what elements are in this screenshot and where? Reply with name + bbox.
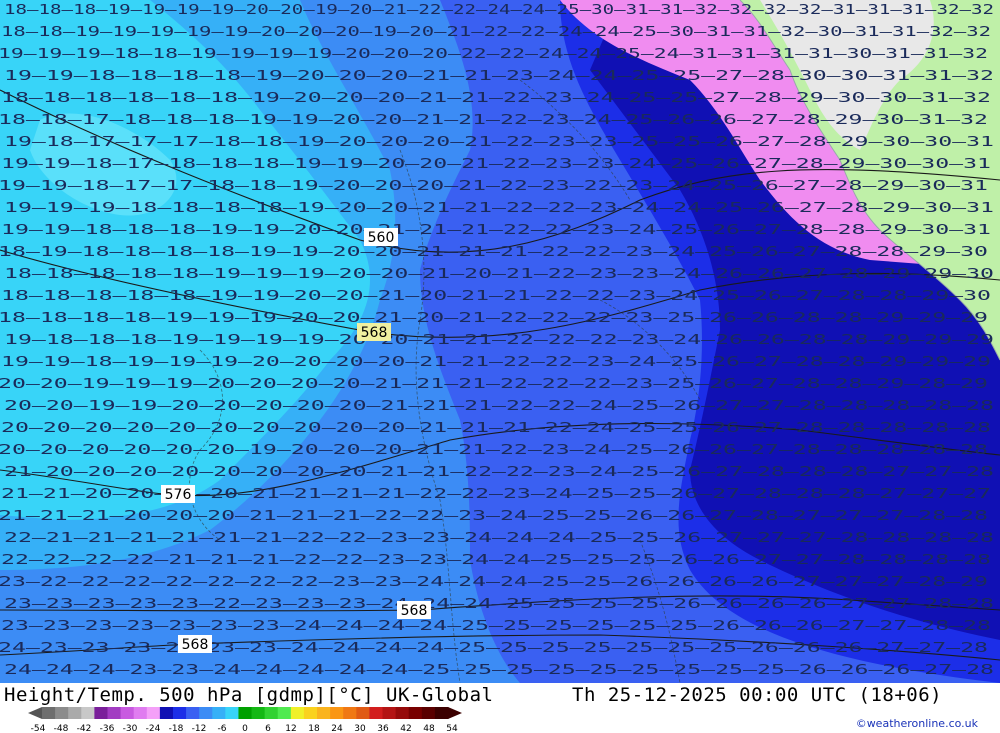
scale-swatch [382, 707, 397, 719]
scale-tick-label: 24 [331, 724, 343, 733]
scale-swatch [290, 707, 305, 719]
temperature-labels: 18—18—18—19—19—19—19—20—20—19—20—21—22—2… [0, 3, 994, 678]
temp-row: 23—23—23—23—23—22—23—23—23—24—24—24—25—2… [4, 597, 994, 612]
scale-tick-label: 18 [308, 724, 320, 733]
scale-swatch [172, 707, 187, 719]
height-label-text: 560 [368, 230, 395, 246]
temp-row: 20—20—20—20—20—20—20—20—20—20—21—21—21—2… [1, 421, 991, 436]
temp-row: 23—22—22—22—22—22—22—22—23—23—24—24—24—2… [0, 575, 988, 590]
scale-swatch [421, 707, 436, 719]
height-label-568-c: 568 [178, 635, 212, 653]
temp-row: 22—22—22—22—21—21—21—22—22—23—23—24—24—2… [1, 553, 991, 568]
scale-tick-label: 42 [400, 724, 411, 733]
scale-swatch [264, 707, 279, 719]
scale-swatch [225, 707, 239, 719]
temp-row: 19—18—17—17—17—18—18—19—20—20—20—21—22—2… [4, 135, 994, 150]
height-label-568-a: 568 [357, 323, 391, 341]
height-label-560: 560 [364, 228, 398, 246]
scale-swatch [303, 707, 318, 719]
scale-swatch [146, 707, 161, 719]
scale-tick-label: -42 [77, 724, 92, 733]
scale-tick-label: -36 [100, 724, 115, 733]
height-label-text: 576 [165, 487, 192, 503]
temp-row: 18—18—19—19—19—19—19—20—20—20—19—20—21—2… [1, 25, 991, 40]
scale-swatch [42, 707, 56, 719]
temp-row: 19—19—18—18—18—19—19—20—20—21—21—21—22—2… [1, 223, 991, 238]
temp-row: 20—20—20—20—20—20—19—20—20—20—21—21—22—2… [0, 443, 988, 458]
scale-swatch [330, 707, 344, 719]
temp-row: 18—18—18—19—19—19—19—20—20—19—20—21—22—2… [4, 3, 994, 18]
scale-swatch [94, 707, 108, 719]
temp-row: 22—21—21—21—21—21—21—22—22—23—23—24—24—2… [4, 531, 994, 546]
scale-tick-label: -30 [123, 724, 138, 733]
map-title: Height/Temp. 500 hPa [gdmp][°C] UK-Globa… [4, 684, 494, 706]
temp-row: 18—18—17—18—18—18—19—19—20—20—21—21—22—2… [0, 113, 988, 128]
scale-arrow-left [28, 707, 42, 719]
temp-row: 18—18—18—18—19—19—19—20—20—21—20—21—22—2… [0, 311, 988, 326]
temp-row: 18—18—18—18—18—19—19—20—20—21—20—21—21—2… [1, 289, 991, 304]
scale-tick-label: -54 [31, 724, 46, 733]
temp-row: 20—20—19—19—19—20—20—20—20—21—21—21—22—2… [0, 377, 988, 392]
temp-row: 18—18—18—18—18—18—19—20—20—20—21—21—22—2… [1, 91, 991, 106]
scale-swatch [277, 707, 292, 719]
temp-row: 19—19—19—18—18—19—19—19—19—20—20—20—22—2… [0, 47, 988, 62]
scale-swatch [395, 707, 410, 719]
temp-row: 19—19—18—19—19—19—20—20—20—20—21—21—22—2… [1, 355, 991, 370]
temp-row: 19—18—18—18—19—19—19—19—20—20—21—21—22—2… [4, 333, 994, 348]
scale-swatch [120, 707, 135, 719]
scale-tick-label: 30 [354, 724, 366, 733]
scale-tick-label: -48 [54, 724, 69, 733]
temp-row: 23—23—23—23—23—23—23—24—24—24—24—25—25—2… [1, 619, 991, 634]
scale-swatch [369, 707, 384, 719]
height-label-text: 568 [361, 325, 388, 341]
weather-map: 18—18—18—19—19—19—19—20—20—19—20—21—22—2… [0, 0, 1000, 683]
map-valid-time: Th 25-12-2025 00:00 UTC (18+06) [572, 684, 943, 706]
temp-row: 20—20—19—19—20—20—20—20—20—21—21—21—22—2… [4, 399, 994, 414]
scale-swatch [199, 707, 213, 719]
scale-swatch [81, 707, 95, 719]
scale-swatch [356, 707, 370, 719]
height-label-text: 568 [182, 637, 209, 653]
height-label-text: 568 [401, 603, 428, 619]
scale-tick-label: -24 [146, 724, 161, 733]
temp-row: 19—19—18—17—17—18—18—19—20—20—20—21—22—2… [0, 179, 988, 194]
scale-tick-label: 0 [242, 724, 248, 733]
scale-tick-label: 48 [423, 724, 435, 733]
scale-tick-label: -18 [169, 724, 184, 733]
scale-swatch [68, 707, 82, 719]
scale-tick-label: -12 [192, 724, 207, 733]
scale-tick-label: 36 [377, 724, 389, 733]
scale-swatch [186, 707, 200, 719]
scale-tick-label: 12 [285, 724, 296, 733]
scale-swatch [212, 707, 226, 719]
temp-row: 19—19—18—18—18—18—19—20—20—20—21—21—23—2… [4, 69, 994, 84]
temp-row: 21—21—21—20—20—20—21—21—21—22—22—23—24—2… [0, 509, 988, 524]
temp-row: 21—20—20—20—20—20—20—20—20—21—21—22—22—2… [4, 465, 994, 480]
credit-link[interactable]: ©weatheronline.co.uk [856, 717, 978, 730]
temp-row: 24—23—23—23—23—23—23—24—24—24—24—25—25—2… [0, 641, 988, 656]
scale-tick-label: -6 [218, 724, 227, 733]
scale-swatch [251, 707, 266, 719]
scale-swatch [408, 707, 423, 719]
scale-arrow-right [448, 707, 462, 719]
temp-row: 18—19—18—18—18—18—19—19—20—20—21—21—21—2… [0, 245, 988, 260]
scale-swatch [434, 707, 449, 719]
scale-swatch [343, 707, 357, 719]
temp-row: 18—18—18—18—18—19—19—19—20—20—21—20—21—2… [4, 267, 994, 282]
scale-tick-label: 6 [265, 724, 271, 733]
temp-row: 21—21—20—20—20—20—21—21—21—21—22—22—23—2… [1, 487, 991, 502]
scale-swatch [238, 707, 253, 719]
scale-swatch [159, 707, 174, 719]
temp-row: 19—19—18—17—18—18—18—19—19—20—20—21—22—2… [1, 157, 991, 172]
color-scale: -54 -48 -42 -36 -30 -24 -18 -12 -6 0 6 12 18 24 30 36 42… [28, 707, 462, 733]
height-label-576: 576 [161, 485, 195, 503]
height-label-568-b: 568 [397, 601, 431, 619]
scale-swatch [317, 707, 331, 719]
temp-row: 19—19—19—18—18—18—18—19—20—20—21—21—22—2… [4, 201, 994, 216]
scale-swatch [55, 707, 69, 719]
scale-swatch [107, 707, 122, 719]
scale-tick-label: 54 [446, 724, 458, 733]
temp-row: 24—24—24—23—23—24—24—24—24—24—25—25—25—2… [4, 663, 994, 678]
scale-swatch [133, 707, 148, 719]
